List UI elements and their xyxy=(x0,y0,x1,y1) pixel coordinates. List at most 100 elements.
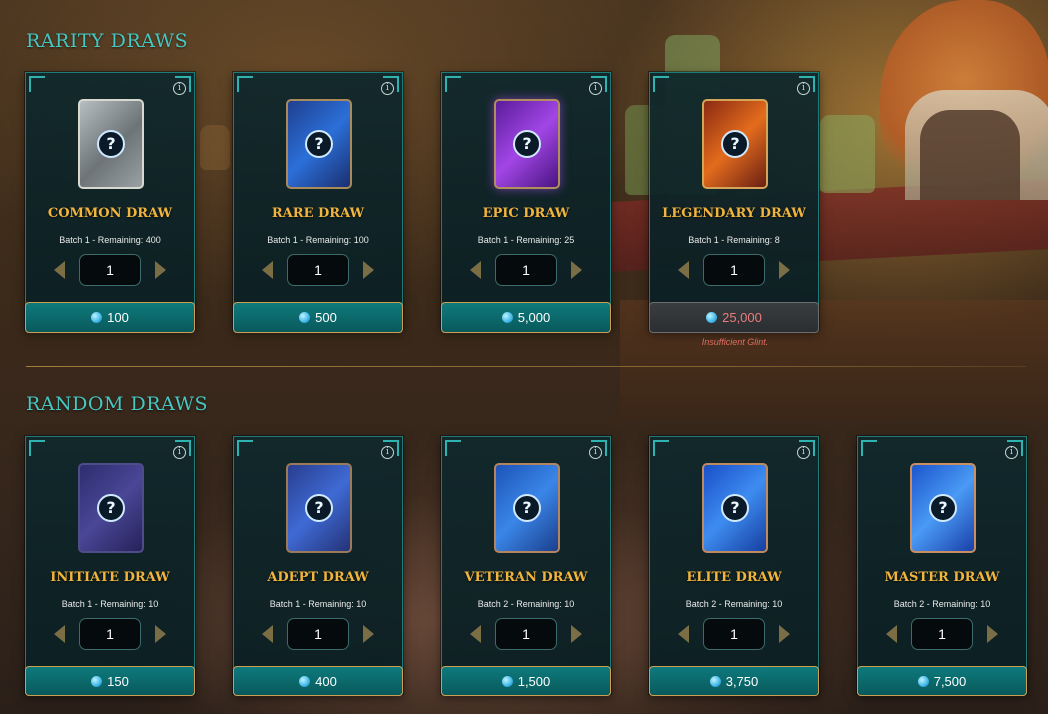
card-common-draw: i ? COMMON DRAW Batch 1 - Remaining: 400… xyxy=(25,72,195,333)
buy-button[interactable]: 150 xyxy=(25,666,195,696)
info-icon[interactable]: i xyxy=(1005,446,1018,459)
card-title: LEGENDARY DRAW xyxy=(662,206,806,221)
background-jar xyxy=(820,115,875,193)
price-label: 150 xyxy=(107,674,129,689)
increase-arrow-icon[interactable] xyxy=(155,625,166,643)
question-mark-icon: ? xyxy=(721,494,749,522)
info-icon[interactable]: i xyxy=(589,446,602,459)
quantity-stepper: 1 xyxy=(26,618,194,650)
quantity-input[interactable]: 1 xyxy=(495,254,557,286)
info-icon[interactable]: i xyxy=(381,82,394,95)
card-adept-draw: i ? ADEPT DRAW Batch 1 - Remaining: 10 1… xyxy=(233,436,403,696)
adept-pack-image: ? xyxy=(286,463,352,553)
question-mark-icon: ? xyxy=(97,494,125,522)
master-pack-image: ? xyxy=(910,463,976,553)
buy-button-disabled[interactable]: 25,000 xyxy=(649,302,819,333)
info-icon[interactable]: i xyxy=(797,82,810,95)
buy-button[interactable]: 100 xyxy=(25,302,195,333)
price-label: 500 xyxy=(315,310,337,325)
batch-remaining: Batch 2 - Remaining: 10 xyxy=(477,599,575,609)
info-icon[interactable]: i xyxy=(381,446,394,459)
glint-coin-icon xyxy=(501,676,513,687)
glint-coin-icon xyxy=(91,312,103,323)
price-label: 5,000 xyxy=(517,310,551,325)
increase-arrow-icon[interactable] xyxy=(155,261,166,279)
card-master-draw: i ? MASTER DRAW Batch 2 - Remaining: 10 … xyxy=(857,436,1027,696)
background-character-apron xyxy=(920,110,1020,200)
quantity-stepper: 1 xyxy=(234,254,402,286)
card-legendary-draw: i ? LEGENDARY DRAW Batch 1 - Remaining: … xyxy=(649,72,819,333)
decrease-arrow-icon[interactable] xyxy=(470,261,481,279)
info-icon[interactable]: i xyxy=(173,446,186,459)
buy-button[interactable]: 7,500 xyxy=(857,666,1027,696)
quantity-stepper: 1 xyxy=(26,254,194,286)
glint-coin-icon xyxy=(501,312,513,323)
card-title: RARE DRAW xyxy=(271,206,365,221)
price-label: 100 xyxy=(107,310,129,325)
increase-arrow-icon[interactable] xyxy=(987,625,998,643)
decrease-arrow-icon[interactable] xyxy=(470,625,481,643)
price-label: 400 xyxy=(315,674,337,689)
quantity-input[interactable]: 1 xyxy=(911,618,973,650)
background-jar xyxy=(200,125,230,170)
increase-arrow-icon[interactable] xyxy=(363,261,374,279)
rarity-draws-heading: RARITY DRAWS xyxy=(26,30,189,52)
card-title: EPIC DRAW xyxy=(482,206,570,221)
increase-arrow-icon[interactable] xyxy=(363,625,374,643)
glint-coin-icon xyxy=(91,676,103,687)
buy-button[interactable]: 500 xyxy=(233,302,403,333)
card-initiate-draw: i ? INITIATE DRAW Batch 1 - Remaining: 1… xyxy=(25,436,195,696)
quantity-stepper: 1 xyxy=(650,618,818,650)
info-icon[interactable]: i xyxy=(797,446,810,459)
batch-remaining: Batch 1 - Remaining: 8 xyxy=(688,235,780,245)
epic-pack-image: ? xyxy=(494,99,560,189)
glint-coin-icon xyxy=(299,676,311,687)
increase-arrow-icon[interactable] xyxy=(779,625,790,643)
increase-arrow-icon[interactable] xyxy=(571,625,582,643)
decrease-arrow-icon[interactable] xyxy=(678,261,689,279)
info-icon[interactable]: i xyxy=(173,82,186,95)
question-mark-icon: ? xyxy=(929,494,957,522)
buy-button[interactable]: 400 xyxy=(233,666,403,696)
decrease-arrow-icon[interactable] xyxy=(54,261,65,279)
decrease-arrow-icon[interactable] xyxy=(886,625,897,643)
quantity-input[interactable]: 1 xyxy=(79,618,141,650)
batch-remaining: Batch 1 - Remaining: 25 xyxy=(477,235,575,245)
batch-remaining: Batch 2 - Remaining: 10 xyxy=(893,599,991,609)
rare-pack-image: ? xyxy=(286,99,352,189)
question-mark-icon: ? xyxy=(513,130,541,158)
decrease-arrow-icon[interactable] xyxy=(678,625,689,643)
quantity-stepper: 1 xyxy=(442,618,610,650)
card-title: ADEPT DRAW xyxy=(267,570,369,585)
quantity-input[interactable]: 1 xyxy=(703,254,765,286)
card-title: COMMON DRAW xyxy=(47,206,173,221)
batch-remaining: Batch 1 - Remaining: 10 xyxy=(269,599,367,609)
quantity-input[interactable]: 1 xyxy=(495,618,557,650)
increase-arrow-icon[interactable] xyxy=(571,261,582,279)
quantity-input[interactable]: 1 xyxy=(703,618,765,650)
buy-button[interactable]: 3,750 xyxy=(649,666,819,696)
decrease-arrow-icon[interactable] xyxy=(262,261,273,279)
decrease-arrow-icon[interactable] xyxy=(54,625,65,643)
card-epic-draw: i ? EPIC DRAW Batch 1 - Remaining: 25 1 … xyxy=(441,72,611,333)
glint-coin-icon xyxy=(917,676,929,687)
info-icon[interactable]: i xyxy=(589,82,602,95)
background-character-shirt xyxy=(905,90,1048,200)
quantity-input[interactable]: 1 xyxy=(287,618,349,650)
buy-button[interactable]: 1,500 xyxy=(441,666,611,696)
question-mark-icon: ? xyxy=(513,494,541,522)
card-rare-draw: i ? RARE DRAW Batch 1 - Remaining: 100 1… xyxy=(233,72,403,333)
decrease-arrow-icon[interactable] xyxy=(262,625,273,643)
batch-remaining: Batch 1 - Remaining: 400 xyxy=(59,235,161,245)
initiate-pack-image: ? xyxy=(78,463,144,553)
glint-coin-icon xyxy=(709,676,721,687)
elite-pack-image: ? xyxy=(702,463,768,553)
buy-button[interactable]: 5,000 xyxy=(441,302,611,333)
card-elite-draw: i ? ELITE DRAW Batch 2 - Remaining: 10 1… xyxy=(649,436,819,696)
increase-arrow-icon[interactable] xyxy=(779,261,790,279)
quantity-input[interactable]: 1 xyxy=(79,254,141,286)
common-pack-image: ? xyxy=(78,99,144,189)
quantity-input[interactable]: 1 xyxy=(287,254,349,286)
question-mark-icon: ? xyxy=(721,130,749,158)
background-character-hair xyxy=(880,0,1048,200)
